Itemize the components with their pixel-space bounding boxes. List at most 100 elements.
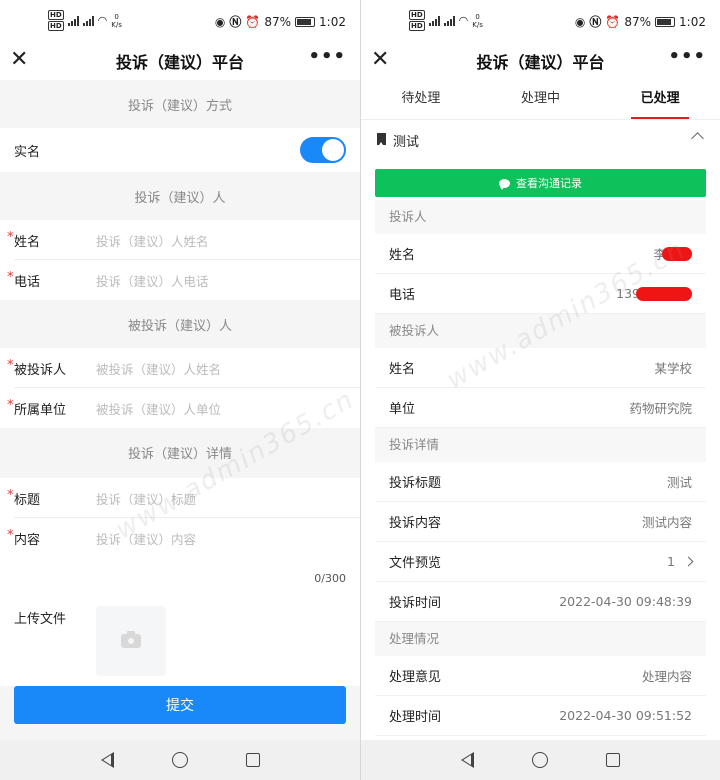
handle-time-row: 处理时间 2022-04-30 09:51:52 <box>375 696 706 736</box>
content-textarea[interactable]: 0/300 <box>0 558 360 594</box>
system-nav-bar <box>0 740 360 780</box>
field-value: 139 <box>616 286 706 301</box>
real-name-row: 实名 <box>0 128 360 172</box>
phone-input[interactable]: 投诉（建议）人电话 <box>96 271 209 290</box>
more-icon[interactable]: ••• <box>668 46 706 67</box>
field-label: 投诉时间 <box>389 596 442 611</box>
respondent-input[interactable]: 被投诉（建议）人姓名 <box>96 359 221 378</box>
signal-indicators: HD HD ◠ 0 K/s <box>48 10 122 31</box>
tab-processed[interactable]: 已处理 <box>600 80 720 119</box>
real-name-label: 实名 <box>14 144 41 160</box>
status-tabs: 待处理 处理中 已处理 <box>361 80 720 120</box>
field-label: 投诉内容 <box>389 516 442 531</box>
field-value: 2022-04-30 09:48:39 <box>559 594 692 609</box>
section-respondent: 被投诉（建议）人 <box>0 300 360 348</box>
field-value: 测试内容 <box>641 515 692 530</box>
eye-icon: ◉ <box>214 14 226 29</box>
opinion-row: 处理意见 处理内容 <box>375 656 706 696</box>
nav-bar: ✕ 投诉（建议）平台 ••• <box>361 42 720 80</box>
status-right: ◉ Ⓝ ⏰ 87% 1:02 <box>215 13 346 30</box>
field-label: 处理意见 <box>389 670 442 685</box>
clock: 1:02 <box>319 14 346 29</box>
upload-row: 上传文件 <box>0 594 360 686</box>
battery-icon <box>295 16 316 27</box>
field-label: 处理时间 <box>389 710 442 725</box>
chat-icon <box>499 178 510 190</box>
field-label: 单位 <box>389 402 416 417</box>
content-input[interactable]: 投诉（建议）内容 <box>96 529 196 548</box>
field-value: 测试 <box>666 475 692 490</box>
content-row: 投诉内容 测试内容 <box>375 502 706 542</box>
eye-icon: ◉ <box>574 14 586 29</box>
chevron-up-icon[interactable] <box>691 132 704 145</box>
group-respondent: 被投诉人 <box>375 314 706 348</box>
group-handling: 处理情况 <box>375 622 706 656</box>
unit-row[interactable]: 所属单位 被投诉（建议）人单位 <box>0 388 360 428</box>
complaint-time-row: 投诉时间 2022-04-30 09:48:39 <box>375 582 706 622</box>
field-value: 1 <box>667 554 706 569</box>
tab-pending[interactable]: 待处理 <box>361 80 481 119</box>
file-preview-row[interactable]: 文件预览 1 <box>375 542 706 582</box>
home-icon[interactable] <box>171 752 188 768</box>
field-label: 投诉标题 <box>389 476 442 491</box>
camera-icon <box>121 631 141 648</box>
close-icon[interactable]: ✕ <box>371 48 389 72</box>
recents-icon[interactable] <box>245 753 260 767</box>
signal-bars-icon <box>428 15 440 26</box>
record-title: 测试 <box>393 135 420 150</box>
upload-label: 上传文件 <box>14 612 67 627</box>
status-bar: HD HD ◠ 0 K/s ◉ Ⓝ ⏰ 87% 1:02 <box>361 0 720 42</box>
respondent-name-row: 姓名 某学校 <box>375 348 706 388</box>
phone-label: 电话 <box>0 270 96 290</box>
real-name-toggle[interactable] <box>300 137 346 163</box>
field-value: 2022-04-30 09:51:52 <box>559 708 692 723</box>
respondent-row[interactable]: 被投诉人 被投诉（建议）人姓名 <box>0 348 360 388</box>
field-label: 电话 <box>389 288 416 303</box>
hd-badges: HD HD <box>48 10 64 31</box>
home-icon[interactable] <box>532 752 548 768</box>
field-value: 处理内容 <box>641 669 692 684</box>
field-label: 文件预览 <box>389 556 442 571</box>
alarm-icon: ⏰ <box>245 14 261 29</box>
back-icon[interactable] <box>100 752 114 768</box>
back-icon[interactable] <box>461 752 474 768</box>
close-icon[interactable]: ✕ <box>10 48 28 72</box>
char-count: 0/300 <box>314 572 346 585</box>
status-right: ◉ Ⓝ ⏰ 87% 1:02 <box>575 13 706 30</box>
name-row[interactable]: 姓名 投诉（建议）人姓名 <box>0 220 360 260</box>
name-label: 姓名 <box>0 230 96 250</box>
submit-button[interactable]: 提交 <box>14 686 346 724</box>
subject-input[interactable]: 投诉（建议）标题 <box>96 489 196 508</box>
more-icon[interactable]: ••• <box>308 46 346 67</box>
phone-row[interactable]: 电话 投诉（建议）人电话 <box>0 260 360 300</box>
tab-processing[interactable]: 处理中 <box>481 80 601 119</box>
status-bar: HD HD ◠ 0 K/s ◉ Ⓝ ⏰ 87% 1:02 <box>0 0 360 42</box>
subject-row[interactable]: 标题 投诉（建议）标题 <box>0 478 360 518</box>
respondent-label: 被投诉人 <box>0 358 96 378</box>
unit-label: 所属单位 <box>0 398 96 418</box>
nav-bar: ✕ 投诉（建议）平台 ••• <box>0 42 360 80</box>
record-card: 测试 查看沟通记录 投诉人 姓名 李 电话 139 被投诉人 姓名 某学校 单位… <box>361 120 720 740</box>
complaint-form-screen: HD HD ◠ 0 K/s ◉ Ⓝ ⏰ 87% 1:02 ✕ 投诉（建议）平台 ••… <box>0 0 360 780</box>
chevron-right-icon[interactable] <box>683 556 694 567</box>
name-input[interactable]: 投诉（建议）人姓名 <box>96 231 209 250</box>
record-header[interactable]: 测试 <box>361 120 720 160</box>
wifi-icon: ◠ <box>97 14 108 27</box>
clock: 1:02 <box>679 14 706 29</box>
content-row[interactable]: 内容 投诉（建议）内容 <box>0 518 360 558</box>
section-complainant: 投诉（建议）人 <box>0 172 360 220</box>
complaint-record-screen: HD HD ◠ 0 K/s ◉ Ⓝ ⏰ 87% 1:02 ✕ 投诉（建议）平台 ••… <box>361 0 720 780</box>
group-detail: 投诉详情 <box>375 428 706 462</box>
upload-box[interactable] <box>96 606 166 676</box>
signal-bars-icon-2 <box>443 15 455 26</box>
unit-input[interactable]: 被投诉（建议）人单位 <box>96 399 221 418</box>
redaction-mark <box>636 286 692 301</box>
view-communication-button[interactable]: 查看沟通记录 <box>375 169 706 197</box>
complainant-name-row: 姓名 李 <box>375 234 706 274</box>
subject-row: 投诉标题 测试 <box>375 462 706 502</box>
field-label: 姓名 <box>389 362 416 377</box>
battery-percent: 87% <box>264 14 292 29</box>
complainant-phone-row: 电话 139 <box>375 274 706 314</box>
recents-icon[interactable] <box>606 753 620 767</box>
redaction-mark <box>662 246 692 261</box>
